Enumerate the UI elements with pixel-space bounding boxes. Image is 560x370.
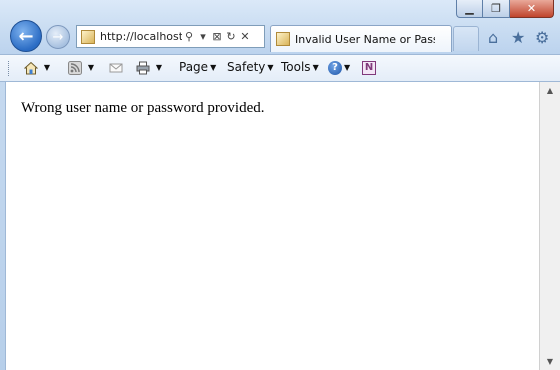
printer-icon — [136, 61, 150, 74]
tools-dropdown-icon: ▼ — [312, 63, 319, 72]
command-bar: ▼ ▼ ▼ Page ▼ Safety ▼ Tools ▼ ? ▼ N — [0, 54, 560, 82]
browser-window: ▁ ❐ ✕ ← → http://localhost: ⚲ ▾ ⊠ ↻ ✕ In… — [0, 0, 560, 370]
page-favicon-icon — [81, 29, 95, 44]
stop-icon[interactable]: ✕ — [238, 30, 252, 43]
maximize-icon: ❐ — [491, 2, 501, 15]
address-input[interactable]: http://localhost: — [100, 30, 182, 43]
print-button[interactable]: ▼ — [136, 60, 162, 75]
page-menu-label: Page — [179, 60, 209, 74]
minimize-icon: ▁ — [465, 2, 474, 15]
minimize-button[interactable]: ▁ — [456, 0, 483, 18]
print-dropdown-icon[interactable]: ▼ — [156, 63, 162, 72]
page-menu[interactable]: Page ▼ — [179, 60, 216, 74]
help-dropdown-icon: ▼ — [344, 63, 351, 72]
forward-arrow-icon: → — [52, 29, 64, 45]
read-mail-button[interactable] — [109, 60, 123, 75]
home-icon[interactable]: ⌂ — [488, 28, 498, 47]
vertical-scrollbar[interactable]: ▲ ▼ — [539, 82, 560, 370]
tab-favicon-icon — [276, 32, 290, 46]
navigation-bar: ▁ ❐ ✕ ← → http://localhost: ⚲ ▾ ⊠ ↻ ✕ In… — [0, 0, 560, 54]
window-caption-buttons: ▁ ❐ ✕ — [456, 0, 554, 20]
tools-gear-icon[interactable]: ⚙ — [535, 28, 549, 47]
close-window-button[interactable]: ✕ — [510, 0, 554, 18]
maximize-button[interactable]: ❐ — [483, 0, 510, 18]
safety-menu-label: Safety — [227, 60, 266, 74]
tab-title: Invalid User Name or Pass... — [295, 32, 435, 46]
scroll-up-button[interactable]: ▲ — [540, 82, 560, 99]
refresh-icon[interactable]: ↻ — [224, 30, 238, 43]
feeds-button[interactable]: ▼ — [68, 60, 94, 75]
search-icon[interactable]: ⚲ — [182, 30, 196, 43]
scroll-down-button[interactable]: ▼ — [540, 353, 560, 370]
back-button[interactable]: ← — [10, 20, 42, 52]
feeds-dropdown-icon[interactable]: ▼ — [88, 63, 94, 72]
page-dropdown-icon: ▼ — [210, 63, 217, 72]
toolbar-grip[interactable] — [8, 61, 12, 76]
home-page-button[interactable]: ▼ — [24, 60, 50, 75]
page-content: Wrong user name or password provided. — [5, 82, 539, 370]
address-bar[interactable]: http://localhost: ⚲ ▾ ⊠ ↻ ✕ — [76, 25, 265, 48]
help-menu[interactable]: ? ▼ — [328, 60, 350, 75]
safety-menu[interactable]: Safety ▼ — [227, 60, 274, 74]
favorites-star-icon[interactable]: ★ — [511, 28, 525, 47]
help-icon: ? — [328, 60, 342, 75]
home-dropdown-icon[interactable]: ▼ — [44, 63, 50, 72]
tab-active[interactable]: Invalid User Name or Pass... — [270, 25, 452, 52]
compatibility-view-icon[interactable]: ⊠ — [210, 30, 224, 43]
back-arrow-icon: ← — [18, 25, 34, 47]
address-dropdown-icon[interactable]: ▾ — [196, 30, 210, 43]
onenote-button[interactable]: N — [362, 60, 376, 75]
mail-icon — [109, 63, 123, 72]
new-tab-button[interactable] — [453, 26, 479, 51]
house-icon — [24, 61, 38, 74]
error-message: Wrong user name or password provided. — [21, 100, 265, 116]
forward-button[interactable]: → — [46, 25, 70, 49]
safety-dropdown-icon: ▼ — [267, 63, 274, 72]
tools-menu[interactable]: Tools ▼ — [281, 60, 319, 74]
tools-menu-label: Tools — [281, 60, 311, 74]
close-icon: ✕ — [526, 2, 537, 15]
rss-feed-icon — [68, 60, 82, 75]
onenote-icon: N — [362, 60, 376, 75]
